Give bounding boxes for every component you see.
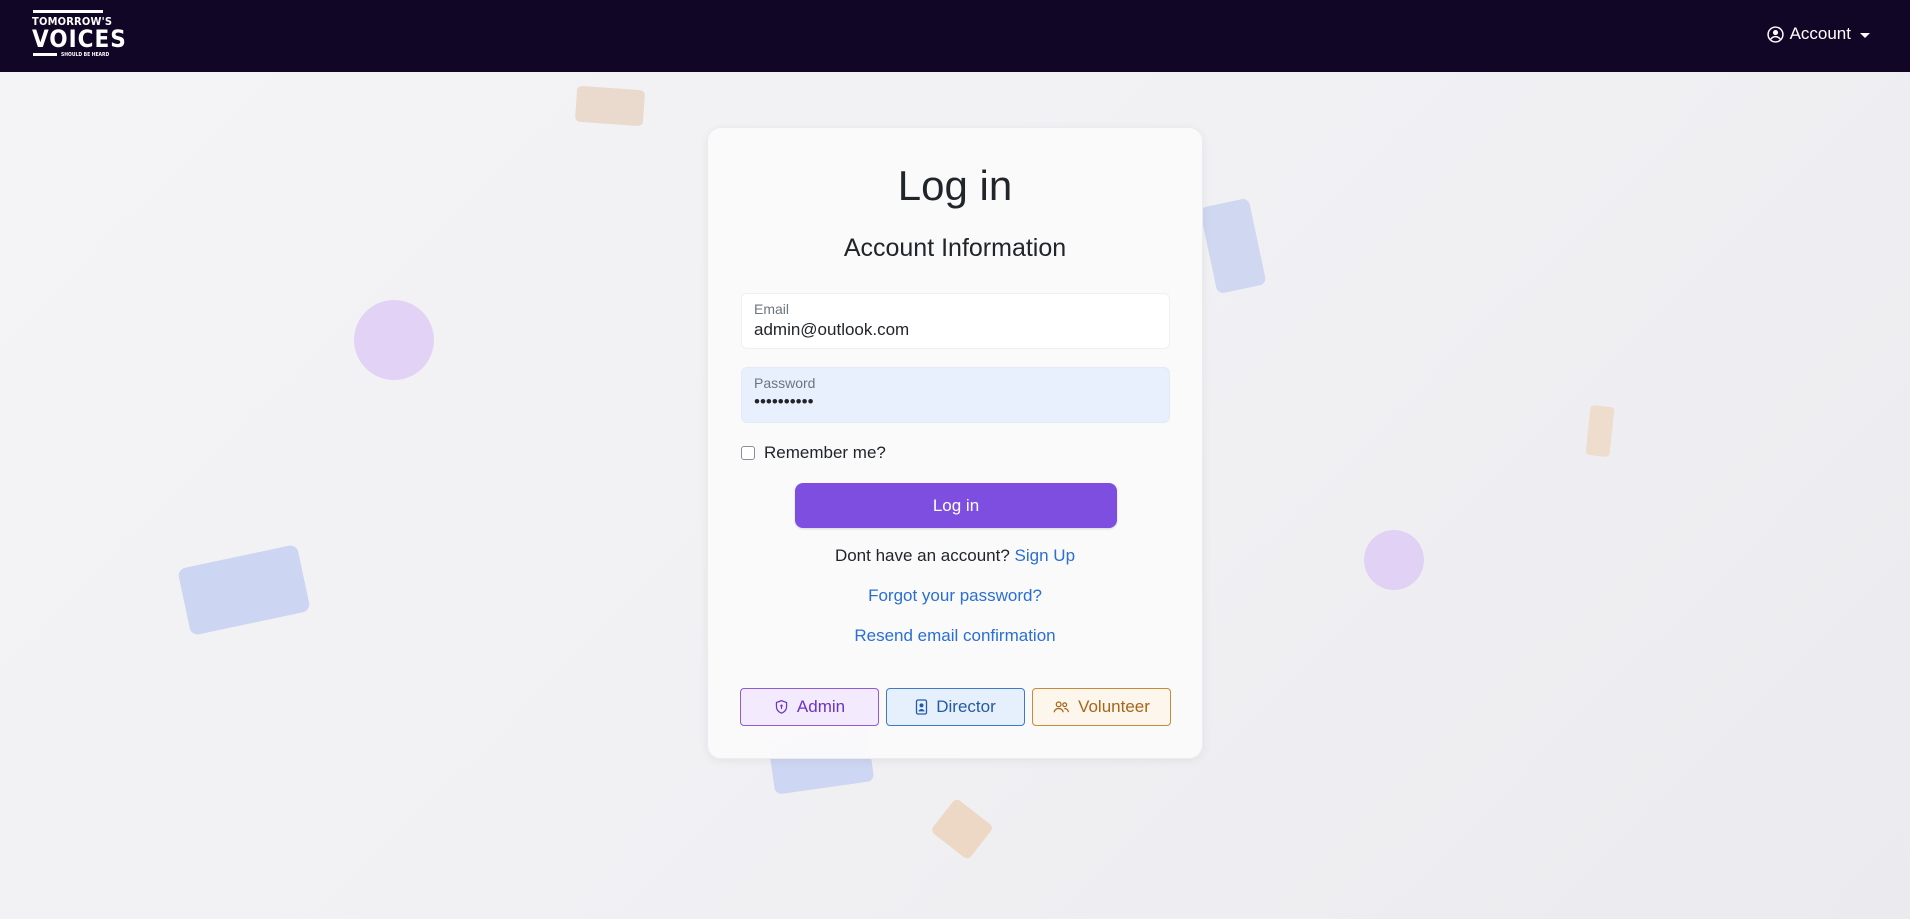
- logo-line-3: SHOULD BE HEARD: [61, 52, 110, 58]
- login-card: Log in Account Information Email admin@o…: [707, 127, 1203, 759]
- logo-line-2: VOICES: [32, 25, 127, 53]
- decorative-shape: [1364, 530, 1424, 590]
- admin-label: Admin: [796, 697, 846, 716]
- volunteer-label: Volunteer: [1078, 697, 1150, 716]
- section-subtitle: Account Information: [843, 234, 1067, 262]
- forgot-password-link[interactable]: Forgot your password?: [708, 586, 1202, 606]
- signup-prompt: Dont have an account?: [834, 546, 1010, 565]
- admin-demo-button[interactable]: Admin: [740, 688, 879, 726]
- remember-me-label[interactable]: Remember me?: [764, 443, 886, 463]
- top-navbar: TOMORROW'S VOICES SHOULD BE HEARD Accoun…: [0, 0, 1910, 72]
- volunteer-demo-button[interactable]: Volunteer: [1032, 688, 1171, 726]
- email-label: Email: [754, 301, 790, 317]
- account-dropdown[interactable]: Account: [1766, 22, 1870, 46]
- people-icon: [1053, 701, 1070, 713]
- director-label: Director: [936, 697, 996, 716]
- decorative-shape: [1585, 404, 1615, 458]
- resend-confirmation-link[interactable]: Resend email confirmation: [708, 626, 1202, 646]
- account-label: Account: [1789, 24, 1851, 43]
- email-field[interactable]: Email admin@outlook.com: [741, 293, 1170, 349]
- logo-bar: [33, 53, 57, 56]
- id-badge-icon: [916, 699, 928, 715]
- caret-down-icon: [1860, 32, 1870, 38]
- remember-me[interactable]: Remember me?: [741, 443, 886, 463]
- password-field[interactable]: Password ••••••••••: [741, 367, 1170, 423]
- signup-line: Dont have an account? Sign Up: [708, 546, 1202, 566]
- page-title: Log in: [897, 162, 1013, 209]
- decorative-shape: [1199, 197, 1267, 295]
- decorative-shape: [354, 300, 434, 380]
- remember-me-checkbox[interactable]: [741, 446, 755, 460]
- shield-icon: [775, 699, 788, 714]
- decorative-shape: [177, 544, 311, 636]
- decorative-shape: [574, 85, 646, 127]
- password-value[interactable]: ••••••••••: [754, 392, 814, 412]
- decorative-shape: [930, 797, 994, 861]
- user-circle-icon: [1766, 25, 1784, 43]
- brand-logo[interactable]: TOMORROW'S VOICES SHOULD BE HEARD: [30, 8, 126, 62]
- signup-link[interactable]: Sign Up: [1015, 546, 1075, 565]
- director-demo-button[interactable]: Director: [886, 688, 1025, 726]
- logo-bar: [33, 10, 103, 13]
- email-value[interactable]: admin@outlook.com: [754, 320, 909, 340]
- login-button[interactable]: Log in: [795, 483, 1117, 528]
- password-label: Password: [754, 375, 816, 391]
